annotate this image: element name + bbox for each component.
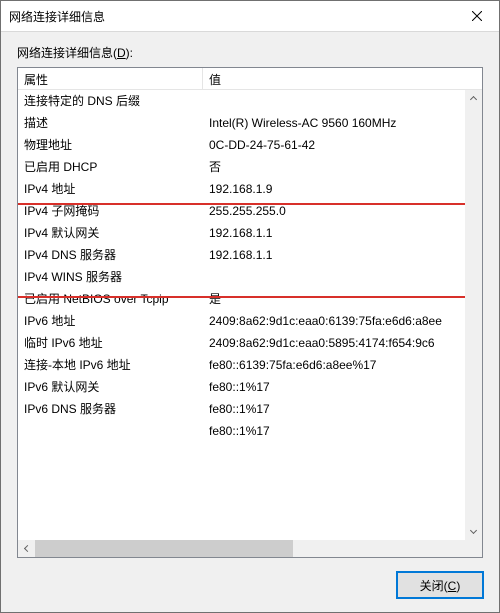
dialog-footer: 关闭(C) <box>17 558 483 598</box>
details-listbox[interactable]: 属性 值 连接特定的 DNS 后缀描述Intel(R) Wireless-AC … <box>17 67 483 558</box>
cell-value <box>203 90 482 112</box>
cell-property: IPv4 WINS 服务器 <box>18 266 203 288</box>
cell-property: IPv4 子网掩码 <box>18 200 203 222</box>
cell-value: 2409:8a62:9d1c:eaa0:6139:75fa:e6d6:a8ee <box>203 310 482 332</box>
cell-property: 连接-本地 IPv6 地址 <box>18 354 203 376</box>
cell-value: 192.168.1.1 <box>203 244 482 266</box>
details-label-suffix: ): <box>126 46 133 60</box>
cell-value: 0C-DD-24-75-61-42 <box>203 134 482 156</box>
cell-property: 已启用 NetBIOS over Tcpip <box>18 288 203 310</box>
cell-value: fe80::1%17 <box>203 420 482 442</box>
list-body: 连接特定的 DNS 后缀描述Intel(R) Wireless-AC 9560 … <box>18 90 482 557</box>
close-button[interactable]: 关闭(C) <box>397 572 483 598</box>
cell-property: IPv6 DNS 服务器 <box>18 398 203 420</box>
scroll-left-button[interactable] <box>18 540 35 557</box>
cell-value: fe80::6139:75fa:e6d6:a8ee%17 <box>203 354 482 376</box>
table-row[interactable]: fe80::1%17 <box>18 420 482 442</box>
table-row[interactable]: IPv4 默认网关192.168.1.1 <box>18 222 482 244</box>
cell-property: 已启用 DHCP <box>18 156 203 178</box>
table-row[interactable]: IPv4 DNS 服务器192.168.1.1 <box>18 244 482 266</box>
close-button-suffix: ) <box>456 579 460 593</box>
close-icon <box>472 11 482 21</box>
table-row[interactable]: IPv6 地址2409:8a62:9d1c:eaa0:6139:75fa:e6d… <box>18 310 482 332</box>
table-row[interactable]: 连接-本地 IPv6 地址fe80::6139:75fa:e6d6:a8ee%1… <box>18 354 482 376</box>
close-button-prefix: 关闭( <box>420 579 448 593</box>
table-row[interactable]: 临时 IPv6 地址2409:8a62:9d1c:eaa0:5895:4174:… <box>18 332 482 354</box>
hscroll-thumb[interactable] <box>35 540 293 557</box>
table-row[interactable]: IPv6 默认网关fe80::1%17 <box>18 376 482 398</box>
table-row[interactable]: 已启用 NetBIOS over Tcpip是 <box>18 288 482 310</box>
cell-value: Intel(R) Wireless-AC 9560 160MHz <box>203 112 482 134</box>
dialog-window: 网络连接详细信息 网络连接详细信息(D): 属性 值 连接特定的 DNS 后缀描… <box>0 0 500 613</box>
window-close-button[interactable] <box>454 1 499 31</box>
vscroll-track[interactable] <box>465 107 482 523</box>
list-header: 属性 值 <box>18 68 482 90</box>
table-row[interactable]: 连接特定的 DNS 后缀 <box>18 90 482 112</box>
scrollbar-corner <box>465 540 482 557</box>
details-label-accel: D <box>117 46 126 60</box>
cell-value <box>203 266 482 288</box>
cell-value: 2409:8a62:9d1c:eaa0:5895:4174:f654:9c6 <box>203 332 482 354</box>
horizontal-scrollbar[interactable] <box>18 540 482 557</box>
cell-property: IPv4 地址 <box>18 178 203 200</box>
cell-property: IPv6 地址 <box>18 310 203 332</box>
chevron-up-icon <box>470 96 477 103</box>
vertical-scrollbar[interactable] <box>465 90 482 540</box>
table-row[interactable]: IPv4 WINS 服务器 <box>18 266 482 288</box>
titlebar: 网络连接详细信息 <box>1 1 499 32</box>
window-title: 网络连接详细信息 <box>1 8 454 25</box>
cell-property: 描述 <box>18 112 203 134</box>
table-row[interactable]: IPv4 子网掩码255.255.255.0 <box>18 200 482 222</box>
scroll-down-button[interactable] <box>465 523 482 540</box>
chevron-down-icon <box>470 527 477 534</box>
chevron-left-icon <box>24 545 31 552</box>
details-label: 网络连接详细信息(D): <box>17 44 483 61</box>
cell-property: IPv4 DNS 服务器 <box>18 244 203 266</box>
cell-value: 否 <box>203 156 482 178</box>
table-row[interactable]: 描述Intel(R) Wireless-AC 9560 160MHz <box>18 112 482 134</box>
header-value[interactable]: 值 <box>203 68 482 89</box>
cell-property: IPv4 默认网关 <box>18 222 203 244</box>
cell-property <box>18 420 203 442</box>
cell-property: IPv6 默认网关 <box>18 376 203 398</box>
cell-value: fe80::1%17 <box>203 398 482 420</box>
table-row[interactable]: 已启用 DHCP否 <box>18 156 482 178</box>
rows-container: 连接特定的 DNS 后缀描述Intel(R) Wireless-AC 9560 … <box>18 90 482 444</box>
cell-value: 是 <box>203 288 482 310</box>
hscroll-track[interactable] <box>35 540 465 557</box>
table-row[interactable]: IPv6 DNS 服务器fe80::1%17 <box>18 398 482 420</box>
cell-value: 192.168.1.9 <box>203 178 482 200</box>
cell-property: 物理地址 <box>18 134 203 156</box>
cell-property: 连接特定的 DNS 后缀 <box>18 90 203 112</box>
cell-value: 255.255.255.0 <box>203 200 482 222</box>
cell-property: 临时 IPv6 地址 <box>18 332 203 354</box>
details-label-prefix: 网络连接详细信息( <box>17 46 117 60</box>
table-row[interactable]: 物理地址0C-DD-24-75-61-42 <box>18 134 482 156</box>
table-row[interactable]: IPv4 地址192.168.1.9 <box>18 178 482 200</box>
header-property[interactable]: 属性 <box>18 68 203 89</box>
dialog-content: 网络连接详细信息(D): 属性 值 连接特定的 DNS 后缀描述Intel(R)… <box>1 32 499 612</box>
cell-value: fe80::1%17 <box>203 376 482 398</box>
cell-value: 192.168.1.1 <box>203 222 482 244</box>
scroll-up-button[interactable] <box>465 90 482 107</box>
